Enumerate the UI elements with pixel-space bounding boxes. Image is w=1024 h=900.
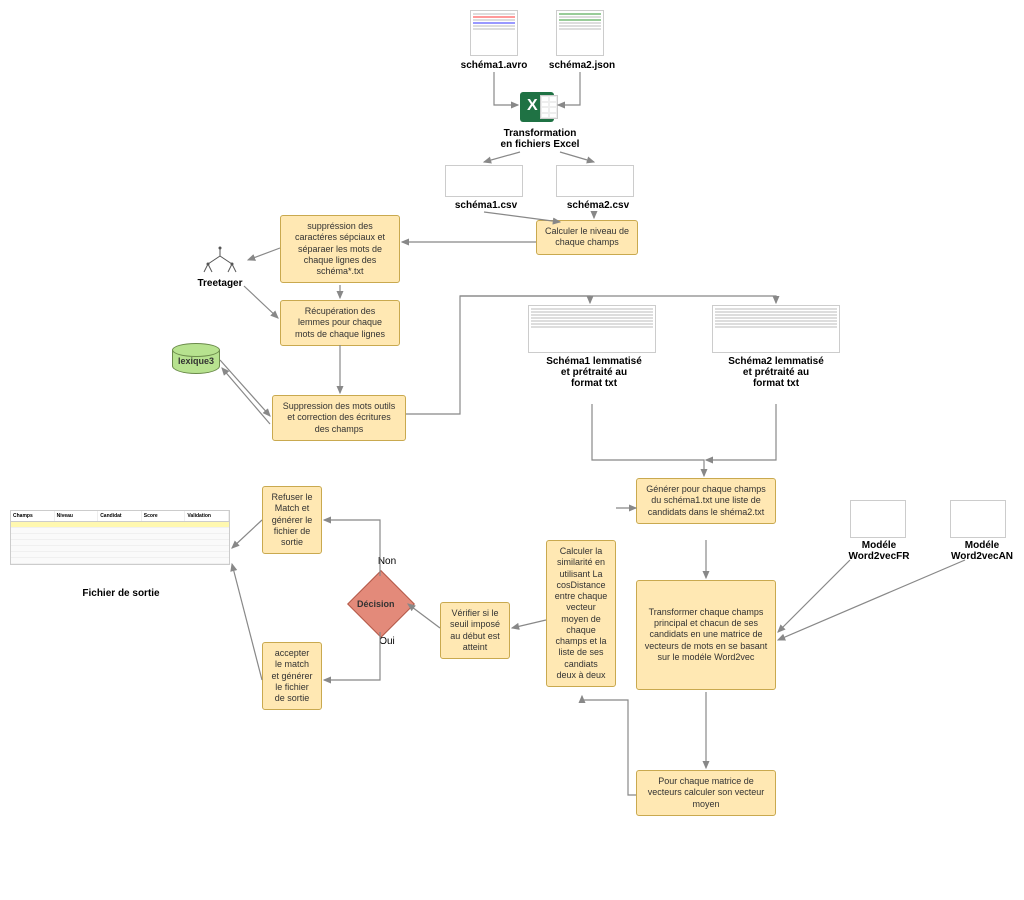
- box-transform-vectors: Transformer chaque champs principal et c…: [636, 580, 776, 690]
- thumb-file2: [556, 10, 604, 56]
- box-suppress-tools: Suppression des mots outils et correctio…: [272, 395, 406, 441]
- thumb-file1: [470, 10, 518, 56]
- box-recup-lemmes: Récupération des lemmes pour chaque mots…: [280, 300, 400, 346]
- label-model-an: Modéle Word2vecAN: [942, 540, 1022, 562]
- label-model-fr: Modéle Word2vecFR: [842, 540, 916, 562]
- box-generate-candidates: Générer pour chaque champs du schéma1.tx…: [636, 478, 776, 524]
- box-accept-match: accepter le match et générer le fichier …: [262, 642, 322, 710]
- thumb-output-file: ChampsNiveauCandidatScoreValidation: [10, 510, 230, 565]
- label-csv2: schéma2.csv: [562, 200, 634, 211]
- label-file1: schéma1.avro: [458, 60, 530, 71]
- thumb-model-an: [950, 500, 1006, 538]
- box-verify-threshold: Vérifier si le seuil imposé au début est…: [440, 602, 510, 659]
- thumb-schema1-lemma: [528, 305, 656, 353]
- thumb-csv1: [445, 165, 523, 197]
- label-decision-yes: Oui: [372, 636, 402, 647]
- thumb-model-fr: [850, 500, 906, 538]
- label-output-file: Fichier de sortie: [66, 588, 176, 599]
- label-schema2-lemma: Schéma2 lemmatisé et prétraité au format…: [726, 356, 826, 389]
- box-refuse-match: Refuser le Match et générer le fichier d…: [262, 486, 322, 554]
- box-suppress-special: suppréssion des caractéres sépciaux et s…: [280, 215, 400, 283]
- label-csv1: schéma1.csv: [450, 200, 522, 211]
- cylinder-lexique3: lexique3: [172, 350, 220, 380]
- tree-icon: [196, 245, 244, 277]
- box-calc-level: Calculer le niveau de chaque champs: [536, 220, 638, 255]
- excel-icon: [520, 92, 554, 122]
- label-transform-excel: Transformation en fichiers Excel: [490, 128, 590, 150]
- label-decision-no: Non: [372, 556, 402, 567]
- label-schema1-lemma: Schéma1 lemmatisé et prétraité au format…: [544, 356, 644, 389]
- label-treetagger: Treetager: [192, 278, 248, 289]
- box-cos-similarity: Calculer la similarité en utilisant La c…: [546, 540, 616, 687]
- box-mean-vector: Pour chaque matrice de vecteurs calculer…: [636, 770, 776, 816]
- decision-diamond: Décision: [357, 580, 405, 628]
- label-file2: schéma2.json: [546, 60, 618, 71]
- thumb-csv2: [556, 165, 634, 197]
- thumb-schema2-lemma: [712, 305, 840, 353]
